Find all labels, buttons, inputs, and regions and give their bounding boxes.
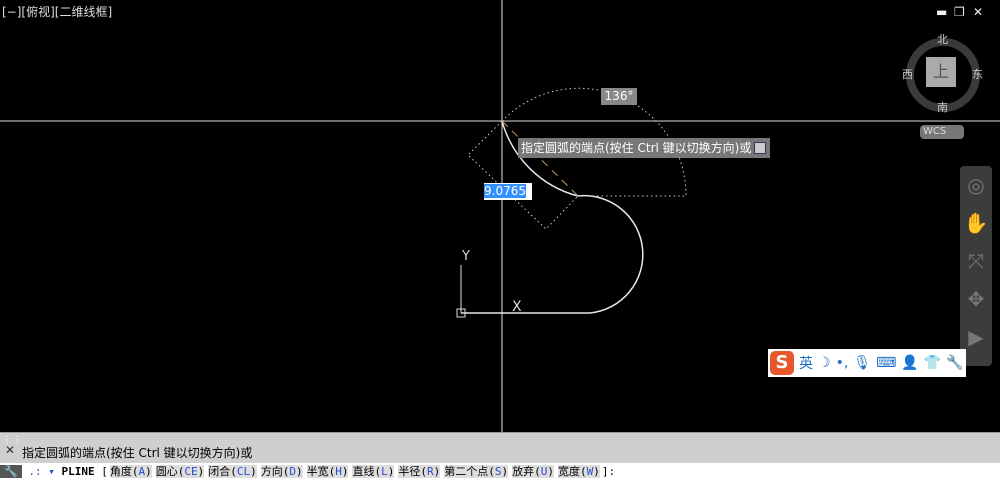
command-option[interactable]: 半宽(H) — [306, 465, 349, 478]
minimize-button[interactable]: ▬ — [936, 5, 947, 19]
orbit-icon[interactable]: ✥ — [960, 280, 992, 318]
wcs-menu[interactable]: WCS — [920, 125, 964, 139]
punctuation-icon[interactable]: •, — [836, 355, 849, 371]
command-option[interactable]: 第二个点(S) — [444, 465, 509, 478]
command-window: ⋮⋮ ✕ 指定圆弧的端点(按住 Ctrl 键以切换方向)或 🔧 .: ▾ PLI… — [0, 432, 1000, 481]
command-option[interactable]: 放弃(U) — [512, 465, 554, 478]
command-history: 指定圆弧的端点(按住 Ctrl 键以切换方向)或 — [22, 446, 253, 460]
option-key: CL — [236, 465, 251, 478]
command-option[interactable]: 圆心(CE) — [155, 465, 205, 478]
wrench-settings-icon[interactable]: 🔧 — [946, 355, 963, 371]
option-label: 放弃 — [512, 465, 535, 478]
ucs-y-label: Y — [461, 249, 470, 264]
drawing-viewport[interactable]: Y X [−][俯视][二维线框] ▬ ❐ ✕ 北 南 西 东 上 WCS ◎ … — [0, 0, 1000, 432]
zoom-icon[interactable]: ⤧ — [960, 242, 992, 280]
command-input[interactable]: 🔧 .: ▾ PLINE [角度(A) 圆心(CE) 闭合(CL) 方向(D) 半宽(H… — [0, 463, 1000, 481]
microphone-icon[interactable]: 🎙 — [853, 355, 871, 371]
command-option[interactable]: 直线(L) — [352, 465, 395, 478]
option-label: 闭合 — [208, 465, 231, 478]
user-icon[interactable]: 👤 — [901, 355, 918, 371]
command-option[interactable]: 闭合(CL) — [208, 465, 257, 478]
arc-preview-dotted — [467, 87, 687, 230]
option-label: 角度 — [109, 465, 132, 478]
pan-hand-icon[interactable]: ✋ — [960, 204, 992, 242]
option-key: CE — [184, 465, 198, 478]
south-label[interactable]: 南 — [937, 99, 948, 115]
ime-toolbar: S 英 ☽ •, 🎙 ⌨ 👤 👕 🔧 — [768, 349, 966, 377]
command-suffix: ]: — [601, 465, 616, 478]
command-option[interactable]: 宽度(W) — [557, 465, 600, 478]
distance-input[interactable]: 9.0765 — [484, 183, 532, 200]
command-option[interactable]: 半径(R) — [398, 465, 441, 478]
customize-wrench-icon[interactable]: 🔧 — [0, 465, 22, 478]
option-key: S — [494, 465, 502, 478]
option-key: U — [540, 465, 548, 478]
keyboard-icon[interactable]: ⌨ — [876, 355, 896, 371]
option-label: 宽度 — [557, 465, 580, 478]
option-label: 圆心 — [155, 465, 178, 478]
option-key: D — [289, 465, 296, 478]
ime-mode[interactable]: 英 — [799, 353, 813, 373]
option-key: H — [335, 465, 342, 478]
option-label: 第二个点 — [444, 465, 489, 478]
option-key: L — [381, 465, 388, 478]
option-label: 直线 — [352, 465, 375, 478]
steering-wheel-icon[interactable]: ◎ — [960, 166, 992, 204]
skin-shirt-icon[interactable]: 👕 — [924, 355, 941, 371]
option-label: 半径 — [398, 465, 421, 478]
close-button[interactable]: ✕ — [973, 5, 983, 19]
close-command-icon[interactable]: ✕ — [5, 443, 15, 457]
viewport-label[interactable]: [−][俯视][二维线框] — [2, 3, 112, 20]
expand-options-icon[interactable] — [754, 142, 766, 154]
command-name: PLINE — [61, 465, 95, 478]
option-key: W — [586, 465, 594, 478]
option-label: 半宽 — [306, 465, 329, 478]
north-label[interactable]: 北 — [937, 31, 948, 47]
sogou-logo[interactable]: S — [770, 351, 794, 375]
navigation-bar: ◎ ✋ ⤧ ✥ ▶ — [960, 166, 992, 366]
recent-commands-icon[interactable]: .: ▾ — [28, 465, 55, 478]
restore-button[interactable]: ❐ — [954, 5, 965, 19]
ucs-x-label: X — [512, 299, 522, 315]
command-option[interactable]: 角度(A) — [109, 465, 152, 478]
angle-readout[interactable]: 136° — [601, 88, 637, 105]
halfwidth-moon-icon[interactable]: ☽ — [818, 355, 831, 371]
option-label: 方向 — [260, 465, 283, 478]
option-key: A — [138, 465, 146, 478]
west-label[interactable]: 西 — [902, 66, 913, 82]
viewcube-top-face[interactable]: 上 — [926, 57, 956, 87]
command-option[interactable]: 方向(D) — [260, 465, 303, 478]
east-label[interactable]: 东 — [972, 66, 983, 82]
dynamic-input-prompt: 指定圆弧的端点(按住 Ctrl 键以切换方向)或 — [518, 138, 770, 158]
option-key: R — [426, 465, 434, 478]
